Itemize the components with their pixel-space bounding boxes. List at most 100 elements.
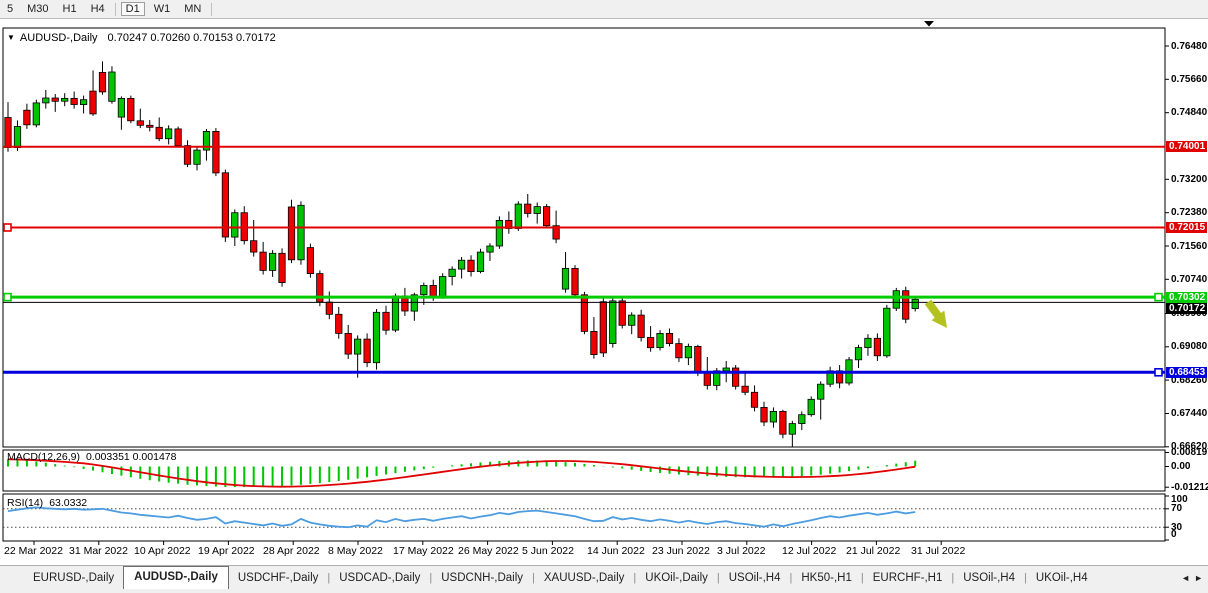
- candle-body: [638, 315, 644, 337]
- candle-body: [364, 339, 370, 363]
- candle-body: [572, 268, 578, 294]
- candle-body: [383, 312, 389, 330]
- candle-body: [194, 150, 200, 164]
- candle-body: [515, 204, 521, 228]
- dropdown-marker-icon[interactable]: ▼: [7, 33, 15, 42]
- window-bottom-strip: [0, 589, 1208, 593]
- candle-body: [24, 110, 30, 125]
- chart-tab-hk50-h1[interactable]: HK50-,H1: [792, 569, 861, 589]
- chart-tab-eurchf-h1[interactable]: EURCHF-,H1: [864, 569, 952, 589]
- candle-body: [808, 399, 814, 414]
- chart-tab-usdcnh-daily[interactable]: USDCNH-,Daily: [432, 569, 532, 589]
- chart-shift-marker-icon[interactable]: [924, 21, 934, 27]
- candle-body: [477, 252, 483, 272]
- candle-body: [307, 248, 313, 274]
- candle-body: [732, 368, 738, 386]
- candle-body: [336, 314, 342, 333]
- candle-body: [213, 131, 219, 173]
- candle-body: [298, 205, 304, 259]
- level-handle-left-0.72015[interactable]: [4, 224, 11, 231]
- candle-body: [619, 301, 625, 325]
- candle-body: [232, 213, 238, 237]
- candle-body: [647, 338, 653, 348]
- candle-body: [90, 91, 96, 114]
- chart-symbol-label: AUDUSD-,Daily: [20, 32, 98, 44]
- candle-body: [421, 285, 427, 294]
- chart-tab-ukoil-h4[interactable]: UKOil-,H4: [1027, 569, 1097, 589]
- chart-tab-eurusd-daily[interactable]: EURUSD-,Daily: [24, 569, 123, 589]
- rsi-pane-frame: [3, 494, 1165, 541]
- macd-signal-line: [8, 459, 915, 486]
- candle-body: [260, 252, 266, 270]
- candle-body: [534, 207, 540, 214]
- candle-body: [695, 346, 701, 372]
- candles: [5, 61, 919, 446]
- candle-body: [704, 372, 710, 385]
- candle-body: [175, 129, 181, 146]
- tabs-scroll-right-button[interactable]: ►: [1194, 573, 1203, 583]
- rsi-line: [8, 507, 915, 527]
- chart-tab-usoil-h4[interactable]: USOil-,H4: [954, 569, 1024, 589]
- level-handle-right-0.70302[interactable]: [1155, 294, 1162, 301]
- main-pane-frame: [3, 28, 1165, 447]
- candle-body: [903, 291, 909, 320]
- candle-body: [33, 103, 39, 125]
- rsi-indicator-label: RSI(14) 63.0332: [7, 497, 93, 509]
- chart-tab-usdchf-daily[interactable]: USDCHF-,Daily: [229, 569, 328, 589]
- macd-indicator-label: MACD(12,26,9)0.003351 0.001478: [7, 451, 182, 463]
- candle-body: [676, 344, 682, 358]
- chart-title: ▼ AUDUSD-,Daily 0.70247 0.70260 0.70153 0.…: [7, 32, 276, 44]
- candle-body: [770, 411, 776, 422]
- candle-body: [685, 346, 691, 357]
- candle-body: [71, 98, 77, 104]
- candle-body: [118, 98, 124, 117]
- candle-body: [751, 392, 757, 407]
- candle-body: [449, 269, 455, 276]
- candle-body: [251, 241, 257, 252]
- candle-body: [326, 302, 332, 314]
- candle-body: [581, 295, 587, 332]
- candle-body: [354, 339, 360, 354]
- chart-ohlc-values: 0.70247 0.70260 0.70153 0.70172: [108, 32, 276, 44]
- chart-tab-ukoil-daily[interactable]: UKOil-,Daily: [636, 569, 717, 589]
- candle-body: [80, 100, 86, 105]
- rsi-value: 63.0332: [49, 497, 87, 509]
- candle-body: [487, 246, 493, 252]
- candle-body: [62, 98, 68, 101]
- chart-tab-usoil-h4[interactable]: USOil-,H4: [720, 569, 790, 589]
- candle-body: [147, 125, 153, 127]
- candle-body: [496, 220, 502, 246]
- candle-body: [818, 384, 824, 399]
- candle-body: [468, 260, 474, 271]
- candle-body: [165, 129, 171, 139]
- candle-body: [430, 285, 436, 296]
- candle-body: [345, 333, 351, 354]
- level-handle-left-0.70302[interactable]: [4, 294, 11, 301]
- candle-body: [543, 207, 549, 226]
- rsi-name: RSI(14): [7, 497, 43, 509]
- candle-body: [780, 411, 786, 434]
- candle-body: [723, 368, 729, 371]
- tabs-scroll-left-button[interactable]: ◄: [1181, 573, 1190, 583]
- candle-body: [855, 348, 861, 360]
- candle-body: [562, 268, 568, 289]
- chart-tab-xauusd-daily[interactable]: XAUUSD-,Daily: [535, 569, 634, 589]
- candle-body: [761, 407, 767, 422]
- candle-body: [742, 386, 748, 392]
- candle-body: [799, 415, 805, 424]
- candle-body: [610, 301, 616, 344]
- candle-body: [288, 207, 294, 260]
- candle-body: [392, 296, 398, 330]
- candle-body: [666, 333, 672, 343]
- candle-body: [657, 333, 663, 347]
- candle-body: [269, 253, 275, 270]
- candle-body: [458, 260, 464, 269]
- level-handle-right-0.68453[interactable]: [1155, 369, 1162, 376]
- candle-body: [893, 291, 899, 309]
- candle-body: [128, 98, 134, 120]
- candle-body: [865, 338, 871, 347]
- chart-tab-usdcad-daily[interactable]: USDCAD-,Daily: [330, 569, 429, 589]
- down-arrow-annotation[interactable]: [925, 300, 947, 328]
- chart-canvas: [0, 0, 1208, 593]
- chart-tab-audusd-daily[interactable]: AUDUSD-,Daily: [123, 566, 229, 589]
